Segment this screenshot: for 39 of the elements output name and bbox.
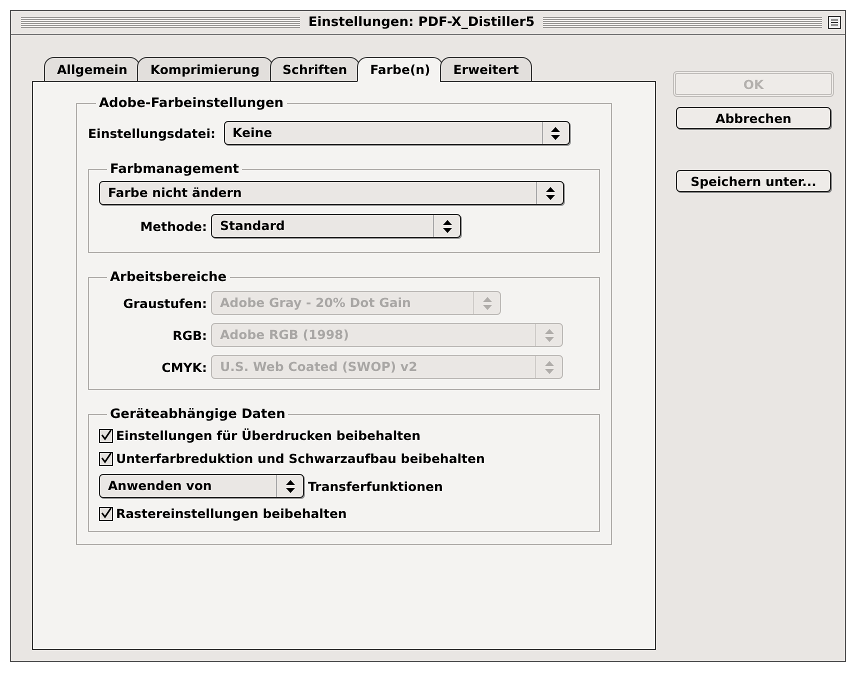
checkmark-icon [100, 508, 112, 519]
popup-menu[interactable]: Farbe nicht ändern [99, 181, 564, 205]
tab[interactable]: Schriften [270, 57, 360, 82]
group-title: Geräteabhängige Daten [109, 407, 286, 422]
updown-arrow-icon [551, 126, 560, 140]
checkbox-label: Unterfarbreduktion und Schwarzaufbau beibehalten [116, 451, 485, 466]
field-label: RGB: [172, 328, 207, 342]
dialog-button[interactable]: Speichern unter... [676, 170, 831, 192]
checkbox-label: Einstellungen für Überdrucken beibehalten [116, 428, 420, 443]
tab[interactable]: Erweitert [440, 57, 532, 82]
checkmark-icon [100, 430, 112, 441]
updown-arrow-icon [546, 186, 554, 200]
popup-menu[interactable]: Standard [211, 214, 461, 238]
tab[interactable]: Komprimierung [137, 57, 273, 82]
popup-menu[interactable]: Keine [224, 121, 570, 145]
updown-arrow-icon [544, 328, 554, 342]
checkbox[interactable] [99, 506, 113, 520]
field-label: CMYK: [160, 360, 207, 374]
group-title: Arbeitsbereiche [109, 270, 228, 285]
group-title: Farbmanagement [109, 162, 240, 177]
group-title: Adobe-Farbeinstellungen [98, 96, 285, 111]
dialog-button[interactable]: Abbrechen [676, 107, 831, 129]
tab[interactable]: Farbe(n) [357, 57, 444, 82]
checkmark-icon [100, 453, 112, 464]
field-label: Einstellungsdatei: [88, 126, 216, 140]
updown-arrow-icon [544, 360, 554, 374]
updown-arrow-icon [442, 220, 452, 232]
field-label: Graustufen: [122, 296, 207, 310]
tab[interactable]: Allgemein [44, 57, 140, 82]
checkbox[interactable] [99, 452, 113, 466]
checkbox[interactable] [99, 428, 113, 442]
popup-menu[interactable]: Anwenden von [99, 474, 304, 498]
updown-arrow-icon [482, 296, 492, 310]
field-label: Methode: [139, 218, 207, 234]
window-title: Einstellungen: PDF-X_Distiller5 [307, 15, 536, 30]
popup-suffix-text: Transferfunktionen [308, 478, 443, 494]
checkbox-label: Rastereinstellungen beibehalten [116, 506, 347, 521]
collapse-box-icon[interactable] [828, 16, 842, 29]
updown-arrow-icon [286, 480, 294, 492]
